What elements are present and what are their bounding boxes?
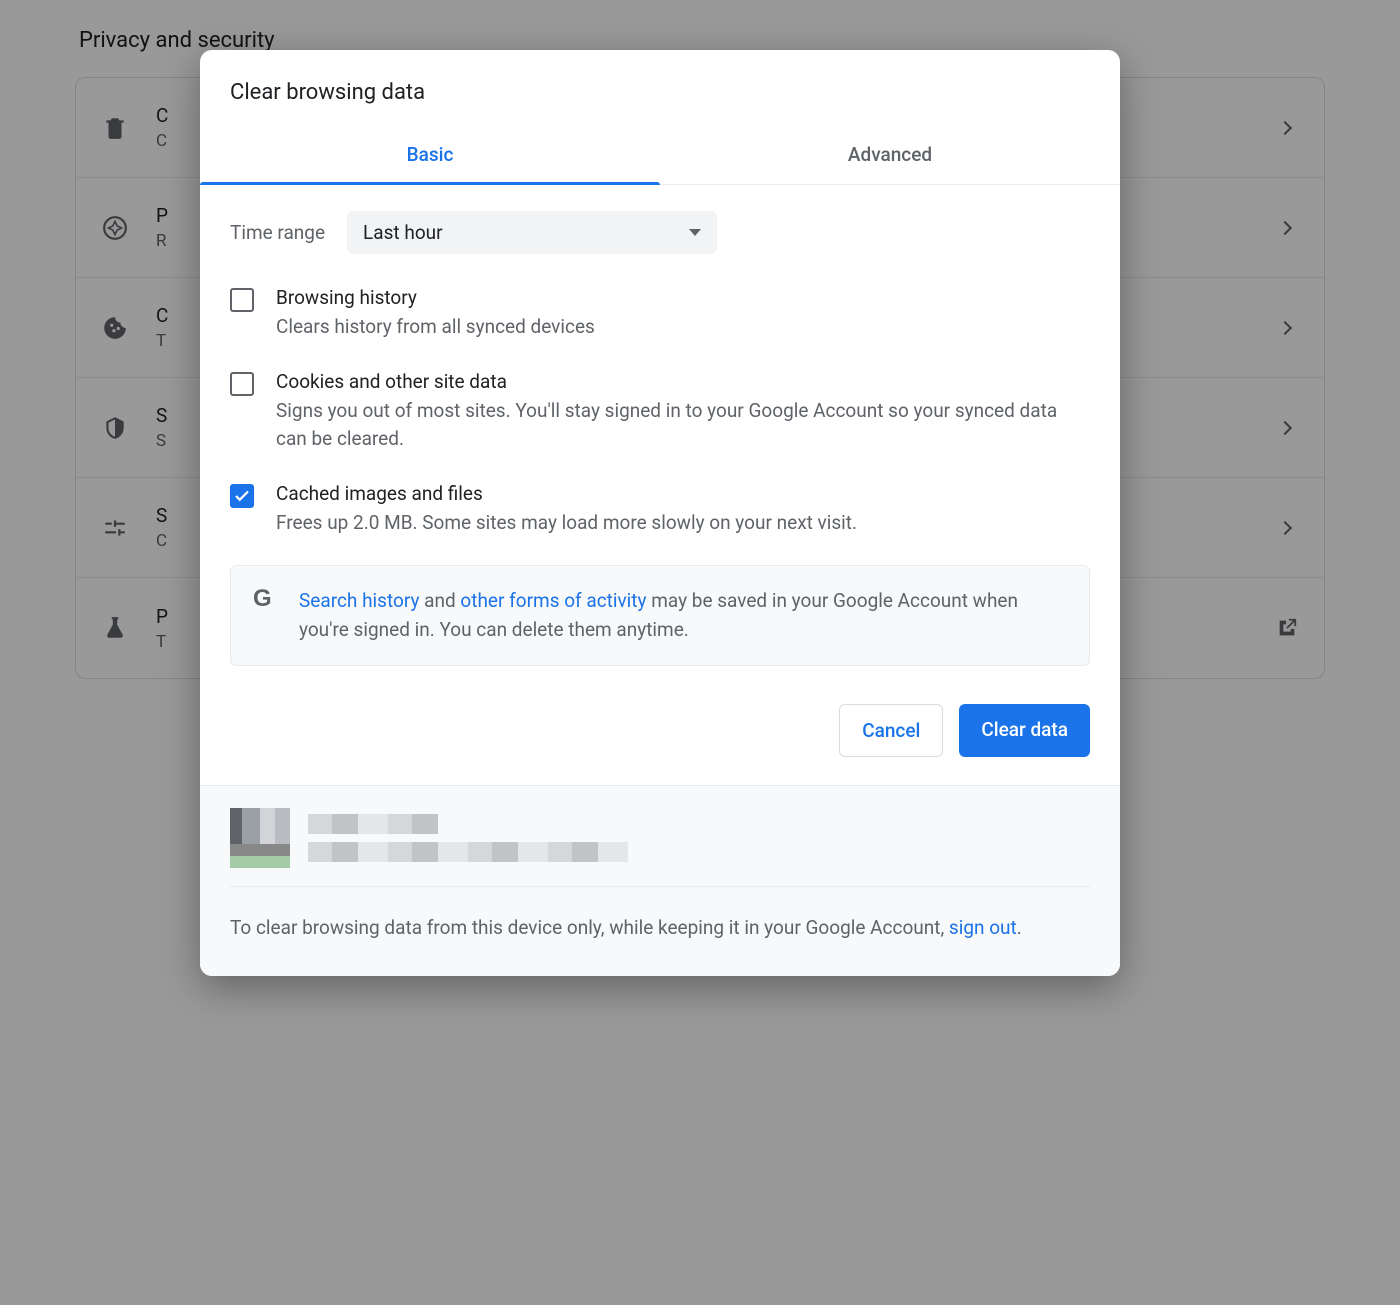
dialog-footer: To clear browsing data from this device … xyxy=(200,785,1120,976)
google-icon: G xyxy=(253,586,279,612)
option-title: Browsing history xyxy=(276,286,595,309)
tab-advanced[interactable]: Advanced xyxy=(660,127,1120,184)
option-desc: Clears history from all synced devices xyxy=(276,313,595,342)
sign-out-link[interactable]: sign out xyxy=(949,916,1017,939)
option-title: Cached images and files xyxy=(276,482,857,505)
account-email-redacted xyxy=(308,842,628,862)
avatar xyxy=(230,808,290,868)
account-row xyxy=(230,808,1090,868)
cancel-button[interactable]: Cancel xyxy=(839,704,943,757)
account-notice: G Search history and other forms of acti… xyxy=(230,565,1090,666)
clear-browsing-data-dialog: Clear browsing data Basic Advanced Time … xyxy=(200,50,1120,976)
search-history-link[interactable]: Search history xyxy=(299,589,419,612)
account-name-redacted xyxy=(308,814,438,834)
check-icon xyxy=(233,487,251,505)
dropdown-icon xyxy=(689,229,701,236)
time-range-value: Last hour xyxy=(363,221,443,244)
option-title: Cookies and other site data xyxy=(276,370,1090,393)
option-desc: Signs you out of most sites. You'll stay… xyxy=(276,397,1090,454)
checkbox-browsing-history[interactable] xyxy=(230,288,254,312)
option-desc: Frees up 2.0 MB. Some sites may load mor… xyxy=(276,509,857,538)
checkbox-cache[interactable] xyxy=(230,484,254,508)
tabs: Basic Advanced xyxy=(200,127,1120,185)
time-range-label: Time range xyxy=(230,221,325,244)
other-activity-link[interactable]: other forms of activity xyxy=(460,589,646,612)
clear-data-button[interactable]: Clear data xyxy=(959,704,1090,757)
dialog-title: Clear browsing data xyxy=(200,50,1120,127)
checkbox-cookies[interactable] xyxy=(230,372,254,396)
time-range-select[interactable]: Last hour xyxy=(347,211,717,254)
tab-basic[interactable]: Basic xyxy=(200,127,660,184)
